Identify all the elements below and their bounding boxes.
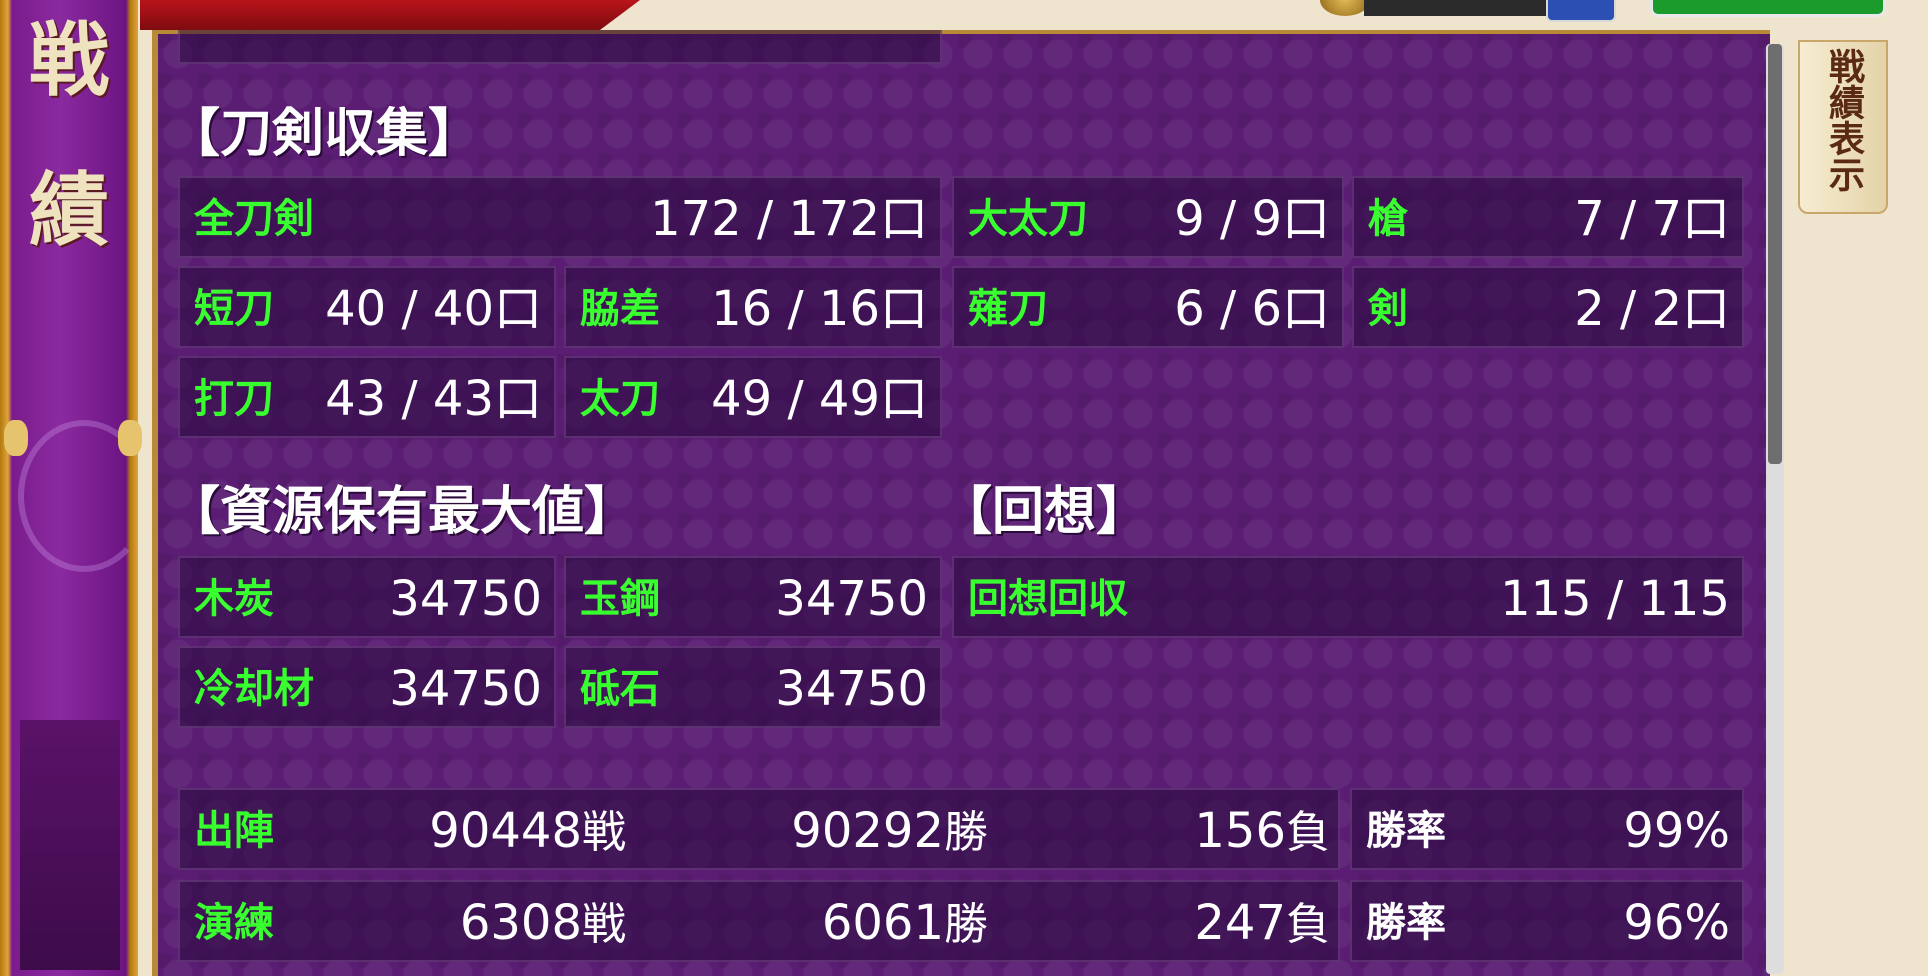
stat-cell-naginata: 薙刀 6 / 6口 [952, 266, 1344, 348]
record-display-tab[interactable]: 戦績表示 [1798, 40, 1888, 214]
banner-illustration [20, 720, 120, 970]
stat-cell-wakizashi: 脇差 16 / 16口 [564, 266, 942, 348]
resource-cell-charcoal: 木炭 34750 [178, 556, 556, 638]
top-resource-cluster [1320, 0, 1886, 22]
win-rate-value: 96% [1623, 895, 1730, 951]
practice-wins: 6061勝 [821, 895, 988, 951]
green-tab-button[interactable] [1650, 0, 1886, 17]
win-rate-value: 99% [1623, 803, 1730, 859]
recollection-title: 【回想】 [940, 481, 1149, 542]
stat-cell-tachi: 太刀 49 / 49口 [564, 356, 942, 438]
resource-value: 34750 [775, 571, 928, 627]
resource-label: 冷却材 [194, 665, 314, 712]
sortie-battles: 90448戦 [429, 803, 626, 859]
record-display-tab-label: 戦績表示 [1823, 48, 1865, 192]
stat-cell-tanto: 短刀 40 / 40口 [178, 266, 556, 348]
recollection-value: 115 / 115 [1500, 571, 1730, 627]
banner-char-1: 戦 [29, 13, 109, 107]
stat-label: 槍 [1368, 195, 1408, 242]
sortie-record-row: 出陣 90448戦 90292勝 156負 [178, 788, 1340, 870]
resource-label: 玉鋼 [580, 575, 660, 622]
stat-label: 脇差 [580, 285, 660, 332]
left-banner: 戦 績 [0, 0, 150, 976]
stat-label: 薙刀 [968, 285, 1048, 332]
stat-cell-uchigatana: 打刀 43 / 43口 [178, 356, 556, 438]
stat-value: 7 / 7口 [1574, 191, 1730, 247]
stat-label: 太刀 [580, 375, 660, 422]
coin-icon [1320, 0, 1370, 16]
blue-tab-button[interactable] [1546, 0, 1616, 22]
stat-label: 全刀剣 [194, 195, 314, 242]
stat-cell-odachi: 大太刀 9 / 9口 [952, 176, 1344, 258]
stat-value: 16 / 16口 [711, 281, 928, 337]
resource-cell-coolant: 冷却材 34750 [178, 646, 556, 728]
banner-knob-right [118, 420, 142, 456]
header-strip [140, 0, 640, 30]
stat-value: 40 / 40口 [325, 281, 542, 337]
win-rate-label: 勝率 [1366, 899, 1446, 946]
stat-value: 172 / 172口 [650, 191, 928, 247]
win-rate-label: 勝率 [1366, 807, 1446, 854]
practice-losses: 247負 [1194, 895, 1330, 951]
partial-row [178, 30, 942, 64]
practice-battles: 6308戦 [459, 895, 626, 951]
stat-value: 9 / 9口 [1174, 191, 1330, 247]
resource-value: 34750 [389, 661, 542, 717]
stat-label: 剣 [1368, 285, 1408, 332]
practice-record-row: 演練 6308戦 6061勝 247負 [178, 880, 1340, 962]
stat-cell-total-swords: 全刀剣 172 / 172口 [178, 176, 942, 258]
sortie-wins: 90292勝 [791, 803, 988, 859]
practice-label: 演練 [194, 899, 274, 946]
stat-cell-yari: 槍 7 / 7口 [1352, 176, 1744, 258]
sortie-win-rate-cell: 勝率 99% [1350, 788, 1744, 870]
resource-label: 砥石 [580, 665, 660, 712]
stat-label: 短刀 [194, 285, 274, 332]
stat-label: 打刀 [194, 375, 274, 422]
stat-value: 49 / 49口 [711, 371, 928, 427]
resource-cell-steel: 玉鋼 34750 [564, 556, 942, 638]
resources-title: 【資源保有最大値】 [168, 481, 637, 542]
resource-cell-whetstone: 砥石 34750 [564, 646, 942, 728]
scrollbar-thumb[interactable] [1768, 44, 1782, 464]
banner-knob-left [4, 420, 28, 456]
stat-cell-tsurugi: 剣 2 / 2口 [1352, 266, 1744, 348]
resource-label: 木炭 [194, 575, 274, 622]
resource-value: 34750 [775, 661, 928, 717]
stat-value: 6 / 6口 [1174, 281, 1330, 337]
stat-value: 2 / 2口 [1574, 281, 1730, 337]
practice-win-rate-cell: 勝率 96% [1350, 880, 1744, 962]
recollection-cell: 回想回収 115 / 115 [952, 556, 1744, 638]
sortie-losses: 156負 [1194, 803, 1330, 859]
recollection-label: 回想回収 [968, 575, 1128, 622]
sortie-label: 出陣 [194, 807, 274, 854]
stat-label: 大太刀 [968, 195, 1088, 242]
stat-value: 43 / 43口 [325, 371, 542, 427]
resource-value: 34750 [389, 571, 542, 627]
banner-char-2: 績 [29, 163, 109, 257]
sword-collection-title: 【刀剣収集】 [168, 103, 481, 164]
